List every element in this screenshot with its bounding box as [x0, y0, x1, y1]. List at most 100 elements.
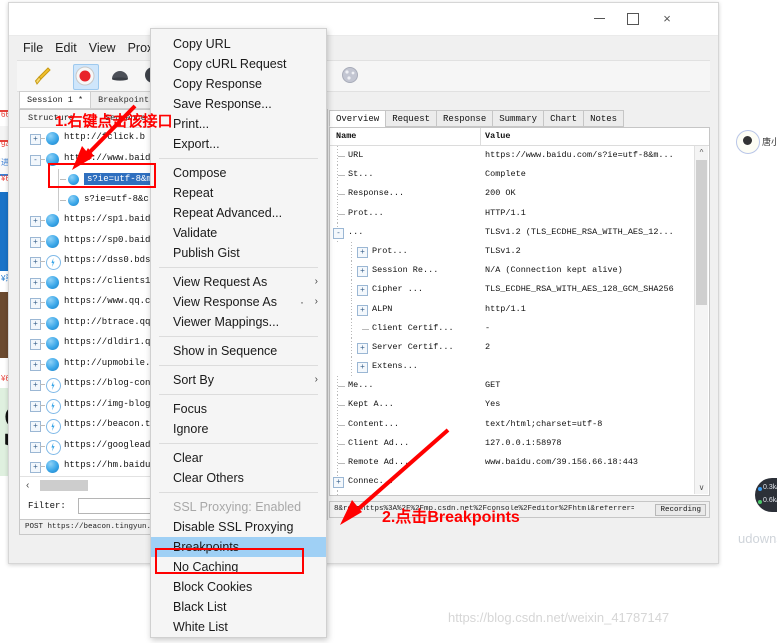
- detail-scroll-thumb[interactable]: [696, 160, 707, 305]
- column-divider[interactable]: [480, 128, 481, 145]
- pill-row-1: 0.6k/s: [763, 497, 777, 504]
- row-expander-icon[interactable]: -: [333, 227, 344, 239]
- row-name: Extens...: [372, 361, 418, 372]
- menu-item-black-list[interactable]: Black List: [151, 597, 326, 617]
- row-expander-icon[interactable]: +: [333, 477, 344, 489]
- overview-row[interactable]: Me... GET: [330, 376, 695, 397]
- menu-item-view-response-as[interactable]: View Response As · ›: [151, 292, 326, 312]
- tree-expander-icon[interactable]: +: [30, 134, 41, 145]
- row-expander-icon[interactable]: +: [357, 246, 368, 258]
- menu-item-validate[interactable]: Validate: [151, 223, 326, 243]
- menu-item-clear-others[interactable]: Clear Others: [151, 468, 326, 488]
- menu-item-view-request-as[interactable]: View Request As ›: [151, 272, 326, 292]
- detail-tab-response[interactable]: Response: [436, 110, 494, 127]
- overview-row[interactable]: + Cipher ... TLS_ECDHE_RSA_WITH_AES_128_GC…: [330, 280, 695, 301]
- overview-row[interactable]: St... Complete: [330, 165, 695, 186]
- settings-button[interactable]: [339, 64, 363, 88]
- row-expander-icon[interactable]: +: [357, 266, 368, 278]
- menu-item-repeat-advanced[interactable]: Repeat Advanced...: [151, 203, 326, 223]
- tree-expander-icon[interactable]: +: [30, 236, 41, 248]
- scroll-down-icon[interactable]: ∨: [695, 481, 708, 494]
- menu-item-viewer-mappings[interactable]: Viewer Mappings...: [151, 312, 326, 332]
- overview-row[interactable]: Kept A... Yes: [330, 395, 695, 416]
- overview-row[interactable]: Content... text/html;charset=utf-8: [330, 414, 695, 435]
- scroll-up-icon[interactable]: ^: [695, 146, 708, 159]
- maximize-button[interactable]: [616, 3, 650, 34]
- record-button[interactable]: [73, 64, 99, 90]
- clear-broom-button[interactable]: [31, 64, 55, 88]
- row-expander-icon[interactable]: +: [357, 362, 368, 374]
- tree-expander-icon[interactable]: +: [30, 339, 41, 350]
- tree-expander-icon[interactable]: +: [30, 462, 41, 473]
- menu-item-repeat[interactable]: Repeat: [151, 183, 326, 203]
- minimize-button[interactable]: [582, 3, 616, 34]
- menu-item-ignore[interactable]: Ignore: [151, 419, 326, 439]
- tree-expander-icon[interactable]: +: [30, 318, 41, 330]
- menu-item-compose[interactable]: Compose: [151, 163, 326, 183]
- highlight-box-breakpoints: [155, 548, 304, 574]
- overview-row[interactable]: +WebSoc...-: [330, 491, 695, 495]
- menu-item-print[interactable]: Print...: [151, 114, 326, 134]
- tree-expander-icon[interactable]: +: [30, 257, 41, 268]
- detail-tabs: Overview Request Response Summary Chart Notes: [329, 109, 710, 127]
- context-menu[interactable]: Copy URL Copy cURL Request Copy Response Sa…: [150, 28, 327, 638]
- close-button[interactable]: ×: [650, 3, 684, 34]
- detail-tab-chart[interactable]: Chart: [543, 110, 585, 127]
- overview-rows[interactable]: URL https://www.baidu.com/s?ie=utf-8&m...…: [330, 146, 695, 495]
- menu-file[interactable]: File: [17, 39, 49, 57]
- menu-item-sort-by[interactable]: Sort By ›: [151, 370, 326, 390]
- detail-vertical-scrollbar[interactable]: ^ ∨: [694, 146, 708, 494]
- menu-item-label: Clear: [173, 451, 203, 465]
- menu-item-save-response[interactable]: Save Response...: [151, 94, 326, 114]
- menu-item-copy-curl-request[interactable]: Copy cURL Request: [151, 54, 326, 74]
- overview-row[interactable]: Client Ad... 127.0.0.1:58978: [330, 433, 695, 454]
- row-expander-icon[interactable]: +: [357, 285, 368, 297]
- scroll-thumb[interactable]: [40, 480, 88, 491]
- overview-row[interactable]: -... TLSv1.2 (TLS_ECDHE_RSA_WITH_AES_12..…: [330, 222, 695, 243]
- overview-row[interactable]: + Session Re... N/A (Connection kept alive…: [330, 261, 695, 282]
- menu-item-block-cookies[interactable]: Block Cookies: [151, 577, 326, 597]
- stop-button[interactable]: [109, 64, 133, 88]
- overview-row[interactable]: Client Certif... -: [330, 318, 695, 339]
- tree-expander-icon[interactable]: +: [30, 277, 41, 289]
- recording-status-badge[interactable]: Recording: [655, 504, 706, 516]
- menu-item-focus[interactable]: Focus: [151, 399, 326, 419]
- overview-row[interactable]: + Extens...: [330, 357, 695, 378]
- row-name: Client Certif...: [372, 322, 454, 333]
- detail-tab-notes[interactable]: Notes: [583, 110, 625, 127]
- tree-expander-icon[interactable]: +: [30, 216, 41, 227]
- row-connector: [362, 328, 369, 330]
- scroll-left-icon[interactable]: ‹: [26, 480, 29, 491]
- overview-row[interactable]: Response... 200 OK: [330, 184, 695, 205]
- tree-expander-icon[interactable]: +: [30, 441, 41, 453]
- overview-row[interactable]: URL https://www.baidu.com/s?ie=utf-8&m...: [330, 146, 695, 166]
- menu-edit[interactable]: Edit: [49, 39, 83, 57]
- menu-item-copy-response[interactable]: Copy Response: [151, 74, 326, 94]
- overview-row[interactable]: + Server Certif... 2: [330, 337, 695, 358]
- detail-tab-summary[interactable]: Summary: [492, 110, 545, 127]
- menu-item-export[interactable]: Export...: [151, 134, 326, 154]
- overview-row[interactable]: + Prot... TLSv1.2: [330, 241, 695, 262]
- overview-row[interactable]: + Connec...: [330, 472, 695, 493]
- tree-expander-icon[interactable]: +: [30, 298, 41, 309]
- tree-expander-icon[interactable]: +: [30, 359, 41, 371]
- row-expander-icon[interactable]: +: [357, 304, 368, 316]
- tree-expander-icon[interactable]: +: [30, 400, 41, 412]
- detail-tab-request[interactable]: Request: [385, 110, 438, 127]
- tab-session-1[interactable]: Session 1 *: [19, 91, 92, 109]
- menu-item-disable-ssl-proxying[interactable]: Disable SSL Proxying: [151, 517, 326, 537]
- menu-item-copy-url[interactable]: Copy URL: [151, 34, 326, 54]
- tree-expander-icon[interactable]: +: [30, 380, 41, 391]
- menu-item-clear[interactable]: Clear: [151, 448, 326, 468]
- overview-row[interactable]: Prot... HTTP/1.1: [330, 203, 695, 224]
- detail-tab-overview[interactable]: Overview: [329, 110, 387, 127]
- overview-row[interactable]: Remote Ad... www.baidu.com/39.156.66.18:4…: [330, 453, 695, 473]
- row-expander-icon[interactable]: +: [357, 342, 368, 354]
- overview-row[interactable]: + ALPN http/1.1: [330, 299, 695, 320]
- menu-item-publish-gist[interactable]: Publish Gist: [151, 243, 326, 263]
- tree-expander-icon[interactable]: +: [30, 421, 41, 432]
- menu-item-show-in-sequence[interactable]: Show in Sequence: [151, 341, 326, 361]
- tree-expander-icon[interactable]: -: [30, 154, 41, 166]
- menu-item-white-list[interactable]: White List: [151, 617, 326, 637]
- menu-view[interactable]: View: [83, 39, 122, 57]
